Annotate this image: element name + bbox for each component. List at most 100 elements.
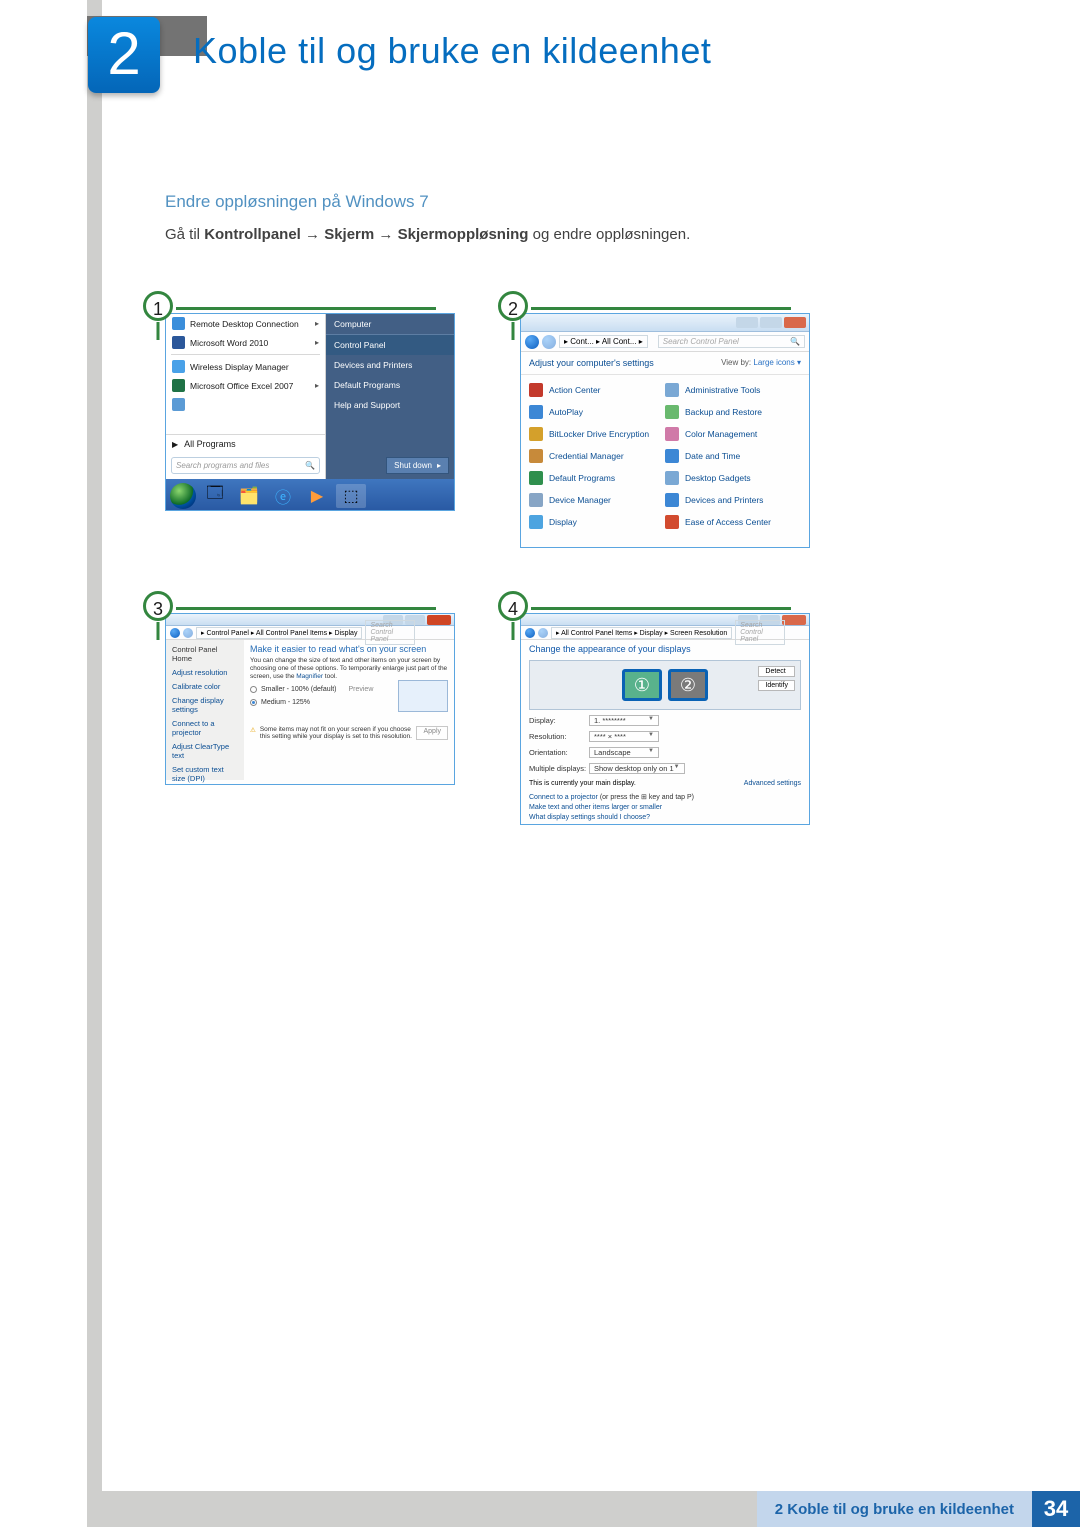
control-panel-item[interactable]: Default Programs — [529, 467, 665, 489]
step-connector — [176, 307, 436, 310]
close-icon[interactable] — [784, 317, 806, 328]
search-input[interactable]: Search Control Panel🔍 — [658, 335, 805, 348]
t-bold: Kontrollpanel — [204, 226, 301, 243]
taskbar-icon[interactable]: ⬚ — [336, 484, 366, 508]
link[interactable]: Connect to a projector (or press the ⊞ k… — [529, 793, 801, 803]
side-link[interactable]: Calibrate color — [172, 682, 238, 691]
search-input[interactable]: Search Control Panel — [735, 620, 785, 645]
step-number: 1 — [143, 291, 173, 321]
view-by[interactable]: View by: Large icons ▾ — [721, 358, 801, 368]
label: Resolution: — [529, 732, 589, 741]
t: (or press the ⊞ key and tap P) — [598, 794, 694, 801]
back-button-icon[interactable] — [525, 628, 535, 638]
control-panel-items: Action CenterAutoPlay BitLocker Drive Enc… — [521, 375, 809, 537]
close-icon[interactable] — [782, 615, 806, 625]
control-panel-item[interactable]: Administrative Tools — [665, 379, 801, 401]
apply-button[interactable]: Apply — [416, 726, 448, 740]
label: Microsoft Office Excel 2007 — [190, 381, 293, 391]
control-panel-item[interactable]: Date and Time — [665, 445, 801, 467]
side-link[interactable]: Set custom text size (DPI) — [172, 765, 238, 783]
start-menu-item[interactable]: Wireless Display Manager — [166, 357, 325, 376]
control-panel-item[interactable]: Devices and Printers — [665, 489, 801, 511]
shutdown-button[interactable]: Shut down▸ — [386, 457, 449, 474]
control-panel-item[interactable]: Backup and Restore — [665, 401, 801, 423]
start-right-item[interactable]: Computer — [326, 314, 454, 334]
search-input[interactable]: Search programs and files🔍 — [171, 457, 320, 474]
all-programs[interactable]: ▶All Programs — [166, 434, 325, 453]
orientation-select[interactable]: Landscape▼ — [589, 747, 659, 758]
taskbar-icon[interactable]: 🗔 — [200, 484, 230, 508]
advanced-link[interactable]: Advanced settings — [744, 780, 801, 787]
value: **** × **** — [594, 732, 626, 741]
page-number: 34 — [1032, 1491, 1080, 1527]
taskbar-icon[interactable]: 🗂️ — [234, 484, 264, 508]
t: tool. — [323, 673, 337, 680]
value: Show desktop only on 1 — [594, 764, 674, 773]
multi-select[interactable]: Show desktop only on 1▼ — [589, 763, 685, 774]
placeholder: Search Control Panel — [740, 622, 780, 643]
control-panel-item[interactable]: Device Manager — [529, 489, 665, 511]
monitor-2-icon[interactable]: ② — [668, 669, 708, 701]
item-label: BitLocker Drive Encryption — [549, 429, 649, 439]
monitor-1-icon[interactable]: ① — [622, 669, 662, 701]
control-panel-item[interactable]: BitLocker Drive Encryption — [529, 423, 665, 445]
control-panel-item[interactable]: Credential Manager — [529, 445, 665, 467]
side-link[interactable]: Change display settings — [172, 696, 238, 714]
maximize-icon[interactable] — [760, 317, 782, 328]
back-button-icon[interactable] — [170, 628, 180, 638]
start-right-item[interactable]: Devices and Printers — [326, 355, 454, 375]
forward-button-icon[interactable] — [542, 335, 556, 349]
item-icon — [529, 427, 543, 441]
breadcrumb[interactable]: ▸ All Control Panel Items ▸ Display ▸ Sc… — [551, 627, 732, 639]
step-number: 2 — [498, 291, 528, 321]
radio-medium[interactable]: Medium - 125% — [250, 699, 390, 706]
taskbar-icon[interactable]: ⓔ — [268, 484, 298, 508]
control-panel-item[interactable]: Color Management — [665, 423, 801, 445]
close-icon[interactable] — [427, 615, 451, 625]
step-number: 3 — [143, 591, 173, 621]
side-link[interactable]: Adjust ClearType text — [172, 742, 238, 760]
display-select[interactable]: 1. ********▼ — [589, 715, 659, 726]
start-right-item[interactable]: Default Programs — [326, 375, 454, 395]
control-panel-item[interactable]: Ease of Access Center — [665, 511, 801, 533]
label: Display: — [529, 716, 589, 725]
breadcrumb[interactable]: ▸ Cont... ▸ All Cont... ▸ — [559, 335, 648, 348]
label: Microsoft Word 2010 — [190, 338, 268, 348]
back-button-icon[interactable] — [525, 335, 539, 349]
magnifier-link[interactable]: Magnifier — [296, 673, 323, 680]
control-panel-item[interactable]: Desktop Gadgets — [665, 467, 801, 489]
start-menu-item[interactable] — [166, 395, 325, 414]
link[interactable]: Make text and other items larger or smal… — [529, 803, 801, 813]
search-icon: 🔍 — [790, 337, 800, 346]
identify-button[interactable]: Identify — [758, 680, 795, 691]
minimize-icon[interactable] — [736, 317, 758, 328]
adjust-header: Adjust your computer's settings View by:… — [521, 352, 809, 375]
side-link[interactable]: Adjust resolution — [172, 668, 238, 677]
resolution-select[interactable]: **** × ****▼ — [589, 731, 659, 742]
content-area: Endre oppløsningen på Windows 7 Gå til K… — [165, 192, 885, 825]
start-right-item[interactable]: Control Panel — [326, 335, 454, 355]
radio-smaller[interactable]: Smaller - 100% (default)Preview — [250, 686, 390, 693]
link[interactable]: What display settings should I choose? — [529, 813, 801, 823]
side-link[interactable]: Connect to a projector — [172, 719, 238, 737]
taskbar-icon[interactable]: ▶ — [302, 484, 332, 508]
start-orb-icon[interactable] — [170, 483, 196, 509]
app-icon — [172, 317, 185, 330]
t: You can change the size of text and othe… — [250, 657, 447, 680]
start-menu-item[interactable]: Remote Desktop Connection▸ — [166, 314, 325, 333]
start-right-item[interactable]: Help and Support — [326, 395, 454, 415]
row-multi: Multiple displays:Show desktop only on 1… — [529, 763, 801, 774]
item-label: Ease of Access Center — [685, 517, 771, 527]
nav-bar: ▸ All Control Panel Items ▸ Display ▸ Sc… — [521, 626, 809, 640]
control-panel-item[interactable]: Action Center — [529, 379, 665, 401]
panel-2: 2 ▸ Cont... ▸ All Cont... ▸ Search Contr… — [520, 313, 810, 548]
start-menu-item[interactable]: Microsoft Office Excel 2007▸ — [166, 376, 325, 395]
control-panel-item[interactable]: AutoPlay — [529, 401, 665, 423]
detect-button[interactable]: Detect — [758, 666, 795, 677]
forward-button-icon[interactable] — [183, 628, 193, 638]
start-menu-item[interactable]: Microsoft Word 2010▸ — [166, 333, 325, 352]
forward-button-icon[interactable] — [538, 628, 548, 638]
label: All Programs — [184, 439, 236, 449]
breadcrumb[interactable]: ▸ Control Panel ▸ All Control Panel Item… — [196, 627, 362, 639]
control-panel-item[interactable]: Display — [529, 511, 665, 533]
